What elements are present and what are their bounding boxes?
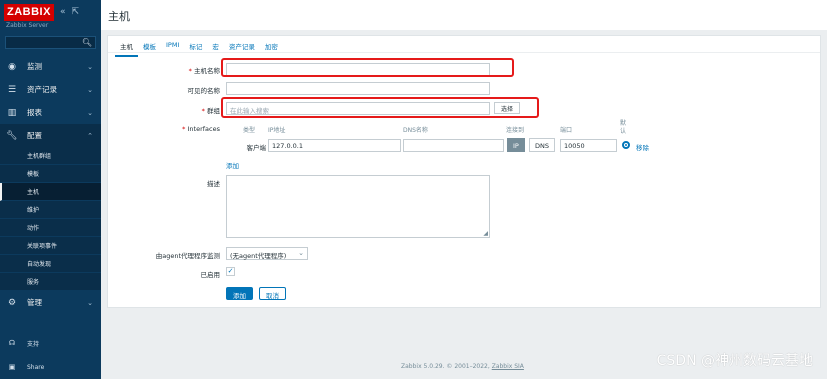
eye-icon: ◉ <box>8 61 16 72</box>
logo-row: ZABBIX « ⇱ <box>0 0 101 24</box>
nav-support-label: 支持 <box>27 340 40 348</box>
tab-ipmi[interactable]: IPMI <box>161 39 184 57</box>
proxy-label: 由agent代理程序监测 <box>155 252 220 260</box>
proxy-select-value: (无agent代理程序) <box>230 252 287 260</box>
interfaces-label: * Interfaces <box>182 125 220 133</box>
sub-item-discovery[interactable]: 自动发现 <box>0 255 101 273</box>
hostname-label: * 主机名称 <box>188 67 220 75</box>
visible-name-input[interactable] <box>226 82 490 95</box>
nav-share-label: Share <box>27 363 45 371</box>
iface-col-dns: DNS名称 <box>403 127 428 134</box>
iface-port-input[interactable]: 10050 <box>560 139 617 152</box>
add-button[interactable]: 添加 <box>226 287 253 300</box>
nav-administration-label: 管理 <box>27 298 42 307</box>
headset-icon: ☊ <box>8 339 16 347</box>
description-label: 描述 <box>207 180 220 188</box>
csdn-watermark: CSDN @神州数码云基地 <box>656 353 813 369</box>
chevron-down-icon: ⌄ <box>87 108 93 117</box>
sub-item-maintenance[interactable]: 维护 <box>0 201 101 219</box>
wrench-icon: 🔧︎ <box>6 130 18 141</box>
footer-company-link[interactable]: Zabbix SIA <box>492 363 524 370</box>
page-header: 主机 <box>101 0 827 30</box>
nav-support[interactable]: ☊ 支持 <box>0 331 101 355</box>
sub-item-host-groups[interactable]: 主机群组 <box>0 147 101 165</box>
chevron-down-icon: ⌄ <box>87 62 93 71</box>
sub-item-hosts[interactable]: 主机 <box>0 183 101 201</box>
config-submenu: 主机群组 模板 主机 维护 动作 关联项事件 自动发现 服务 <box>0 147 101 291</box>
iface-remove-link[interactable]: 移除 <box>636 142 649 152</box>
cancel-button[interactable]: 取消 <box>259 287 286 300</box>
gear-icon: ⚙ <box>7 297 17 308</box>
iface-add-link[interactable]: 添加 <box>226 160 239 170</box>
nav-configuration-label: 配置 <box>27 131 42 140</box>
connect-dns-toggle[interactable]: DNS <box>529 138 555 152</box>
page-footer: Zabbix 5.0.29. © 2001–2022, Zabbix SIA <box>401 363 524 370</box>
expand-icon[interactable]: ⇱ <box>71 7 79 17</box>
nav-monitoring-label: 监测 <box>27 62 42 71</box>
iface-col-connect: 连接到 <box>506 127 525 134</box>
iface-dns-input[interactable] <box>403 139 504 152</box>
highlight-box-groups <box>221 97 539 118</box>
groups-label: * 群组 <box>201 107 220 115</box>
sidebar: ZABBIX « ⇱ Zabbix Server 🔍︎ ◉ 监测 ⌄ ☰ 资产记… <box>0 0 101 379</box>
nav-reports[interactable]: ▥ 报表 ⌄ <box>0 101 101 124</box>
sidebar-controls: « ⇱ <box>60 7 79 17</box>
sidebar-footer: ☊ 支持 ▣ Share <box>0 331 101 379</box>
nav-inventory-label: 资产记录 <box>27 85 57 94</box>
sidebar-search-input[interactable]: 🔍︎ <box>5 36 96 49</box>
description-textarea[interactable]: ◢ <box>226 175 490 238</box>
sub-item-event-correlation[interactable]: 关联项事件 <box>0 237 101 255</box>
proxy-select[interactable]: (无agent代理程序) ⌄ <box>226 247 308 260</box>
highlight-box-hostname <box>221 58 514 77</box>
nav-reports-label: 报表 <box>27 108 42 117</box>
server-name: Zabbix Server <box>6 22 49 29</box>
bar-chart-icon: ▥ <box>7 107 17 118</box>
chevron-down-icon: ⌄ <box>298 249 304 257</box>
iface-col-default: 默认 <box>620 120 627 135</box>
chevron-down-icon: ⌄ <box>87 85 93 94</box>
iface-col-ip: IP地址 <box>268 127 286 134</box>
zabbix-logo[interactable]: ZABBIX <box>4 3 54 21</box>
tab-host[interactable]: 主机 <box>115 39 138 57</box>
search-icon[interactable]: 🔍︎ <box>82 38 92 47</box>
resize-handle-icon[interactable]: ◢ <box>483 230 488 237</box>
visible-name-label: 可见的名称 <box>187 87 221 95</box>
sub-item-actions[interactable]: 动作 <box>0 219 101 237</box>
enabled-label: 已启用 <box>200 271 221 279</box>
nav-inventory[interactable]: ☰ 资产记录 ⌄ <box>0 78 101 101</box>
tab-divider <box>108 52 820 53</box>
tab-bar: 主机 模板 IPMI 标记 宏 资产记录 加密 <box>115 39 283 57</box>
list-icon: ☰ <box>7 84 17 95</box>
nav-configuration[interactable]: 🔧︎ 配置 ⌃ <box>0 124 101 147</box>
sub-item-templates[interactable]: 模板 <box>0 165 101 183</box>
tab-inventory[interactable]: 资产记录 <box>224 39 260 57</box>
iface-type-agent: 客户端 <box>246 144 267 152</box>
nav-share[interactable]: ▣ Share <box>0 355 101 379</box>
tab-tags[interactable]: 标记 <box>184 39 207 57</box>
connect-ip-toggle[interactable]: IP <box>507 138 525 152</box>
sub-item-services[interactable]: 服务 <box>0 273 101 291</box>
share-icon: ▣ <box>8 363 16 371</box>
chevron-up-icon: ⌃ <box>87 131 93 140</box>
tab-templates[interactable]: 模板 <box>138 39 161 57</box>
iface-col-type: 类型 <box>243 127 256 134</box>
footer-copyright: Zabbix 5.0.29. © 2001–2022, <box>401 363 492 370</box>
nav-administration[interactable]: ⚙ 管理 ⌄ <box>0 291 101 314</box>
chevron-down-icon: ⌄ <box>87 298 93 307</box>
collapse-sidebar-icon[interactable]: « <box>60 7 66 17</box>
enabled-checkbox[interactable]: ✓ <box>226 267 235 276</box>
tab-macros[interactable]: 宏 <box>207 39 224 57</box>
iface-default-radio[interactable] <box>622 141 630 149</box>
page-title: 主机 <box>108 10 130 23</box>
iface-ip-input[interactable]: 127.0.0.1 <box>268 139 401 152</box>
iface-col-port: 端口 <box>560 127 573 134</box>
tab-encryption[interactable]: 加密 <box>260 39 283 57</box>
nav-monitoring[interactable]: ◉ 监测 ⌄ <box>0 55 101 78</box>
